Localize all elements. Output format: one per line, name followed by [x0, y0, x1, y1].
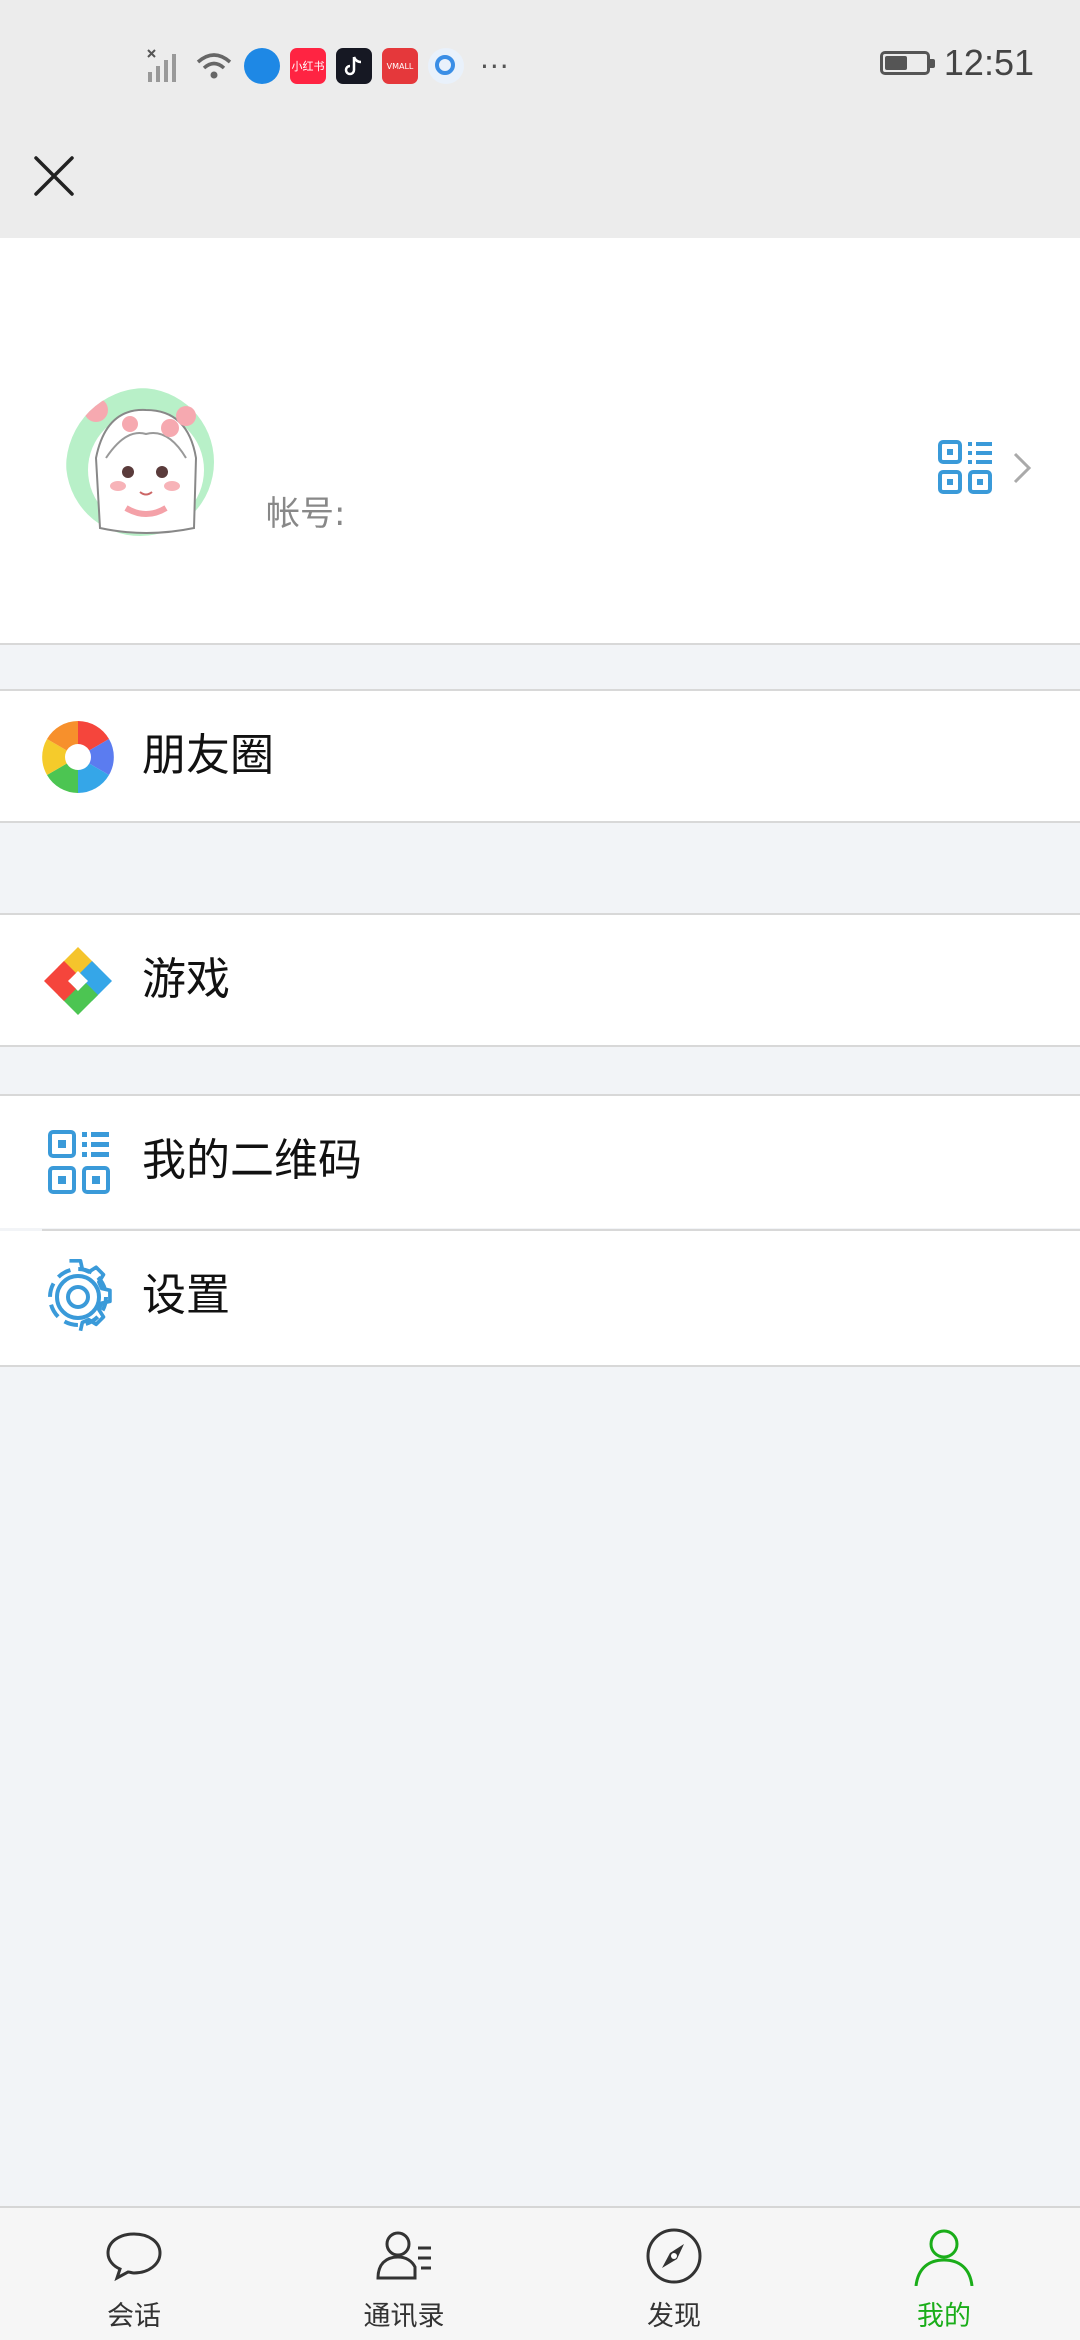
tab-label: 通讯录	[363, 2301, 445, 2332]
person-icon	[914, 2229, 974, 2286]
chevron-right-icon	[1013, 452, 1032, 484]
close-icon	[34, 156, 74, 196]
gear-icon	[48, 1259, 112, 1332]
battery-level	[884, 56, 907, 70]
moments-label: 朋友圈	[142, 730, 274, 781]
more-notifications: ···	[480, 49, 510, 83]
qr-code-icon	[48, 1130, 110, 1194]
status-right: 12:51	[879, 42, 1034, 84]
status-bar: 小红书 VMALL ··· 12:51	[0, 0, 1080, 136]
qr-code-icon[interactable]	[936, 438, 996, 498]
menu-item-moments[interactable]: 朋友圈	[0, 689, 1080, 823]
my-qr-label: 我的二维码	[142, 1135, 362, 1186]
menu-item-games[interactable]: 游戏	[0, 913, 1080, 1047]
search-app-icon	[428, 48, 464, 84]
status-icons: 小红书 VMALL ···	[146, 44, 510, 88]
signal-icon	[147, 49, 176, 82]
games-label: 游戏	[142, 954, 230, 1005]
vmall-icon: VMALL	[382, 48, 418, 84]
top-bar	[0, 136, 1080, 238]
bottom-tab-bar: 会话 通讯录 发现 我的	[0, 2206, 1080, 2340]
tab-contacts[interactable]: 通讯录	[304, 2208, 504, 2340]
settings-label: 设置	[142, 1270, 230, 1321]
tab-me[interactable]: 我的	[844, 2208, 1044, 2340]
menu-item-my-qr[interactable]: 我的二维码	[0, 1094, 1080, 1228]
games-icon	[44, 947, 112, 1015]
menu-item-settings[interactable]: 设置	[0, 1231, 1080, 1367]
battery-icon	[879, 51, 935, 75]
account-label: 帐号:	[266, 494, 346, 534]
tab-label: 发现	[647, 2301, 701, 2332]
wifi-icon	[196, 53, 232, 79]
tab-discover[interactable]: 发现	[574, 2208, 774, 2340]
clock: 12:51	[943, 42, 1034, 83]
xiaohongshu-icon: 小红书	[290, 48, 326, 84]
compass-icon	[646, 2228, 702, 2284]
tiktok-icon	[336, 48, 372, 84]
browser-icon	[244, 48, 280, 84]
tab-label: 我的	[917, 2301, 971, 2332]
tab-chats[interactable]: 会话	[34, 2208, 234, 2340]
moments-icon	[42, 721, 114, 793]
avatar[interactable]	[66, 388, 226, 548]
profile-card[interactable]: 帐号:	[0, 238, 1080, 645]
contacts-icon	[376, 2231, 431, 2280]
chat-bubble-icon	[106, 2232, 162, 2282]
tab-label: 会话	[107, 2301, 161, 2332]
close-button[interactable]	[26, 148, 82, 204]
